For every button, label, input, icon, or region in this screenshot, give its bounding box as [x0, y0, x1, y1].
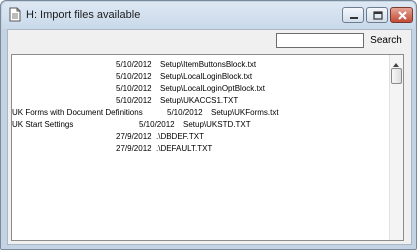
search-button[interactable]: Search: [370, 32, 402, 49]
file-name: UK Forms with Document Definitions: [12, 108, 143, 117]
document-icon: [8, 7, 22, 22]
import-files-window: H: Import files available Search 5/10/20…: [0, 0, 417, 250]
window-title: H: Import files available: [26, 9, 141, 21]
file-list[interactable]: 5/10/2012 Setup\ItemButtonsBlock.txt 5/1…: [11, 54, 404, 241]
file-date: 5/10/2012: [116, 60, 152, 69]
file-path: Setup\ItemButtonsBlock.txt: [160, 60, 257, 69]
file-path: Setup\UKSTD.TXT: [183, 120, 251, 129]
file-date: 5/10/2012: [116, 96, 152, 105]
close-button[interactable]: [390, 7, 413, 23]
maximize-button[interactable]: [366, 7, 388, 23]
file-date: 5/10/2012: [116, 84, 152, 93]
file-date: 5/10/2012: [139, 120, 175, 129]
vertical-scrollbar[interactable]: [389, 55, 403, 240]
file-path: Setup\LocalLoginOptBlock.txt: [160, 84, 265, 93]
title-bar[interactable]: H: Import files available: [2, 2, 415, 29]
file-path: Setup\UKForms.txt: [211, 108, 279, 117]
file-path: .\DEFAULT.TXT: [156, 144, 213, 153]
window-content: Search 5/10/2012 Setup\ItemButtonsBlock.…: [7, 29, 412, 245]
maximize-icon: [373, 11, 383, 20]
file-path: .\DBDEF.TXT: [156, 132, 205, 141]
file-name: UK Start Settings: [12, 120, 74, 129]
file-path: Setup\LocalLoginBlock.txt: [160, 72, 253, 81]
scrollbar-thumb[interactable]: [391, 68, 402, 84]
search-input[interactable]: [276, 33, 364, 48]
file-date: 5/10/2012: [116, 72, 152, 81]
scroll-up-arrow-icon[interactable]: [391, 57, 401, 67]
close-icon: [398, 11, 407, 20]
file-date: 27/9/2012: [116, 144, 152, 153]
file-date: 27/9/2012: [116, 132, 152, 141]
file-date: 5/10/2012: [167, 108, 203, 117]
minimize-icon: [350, 17, 358, 19]
file-path: Setup\UKACCS1.TXT: [160, 96, 239, 105]
minimize-button[interactable]: [342, 7, 364, 23]
